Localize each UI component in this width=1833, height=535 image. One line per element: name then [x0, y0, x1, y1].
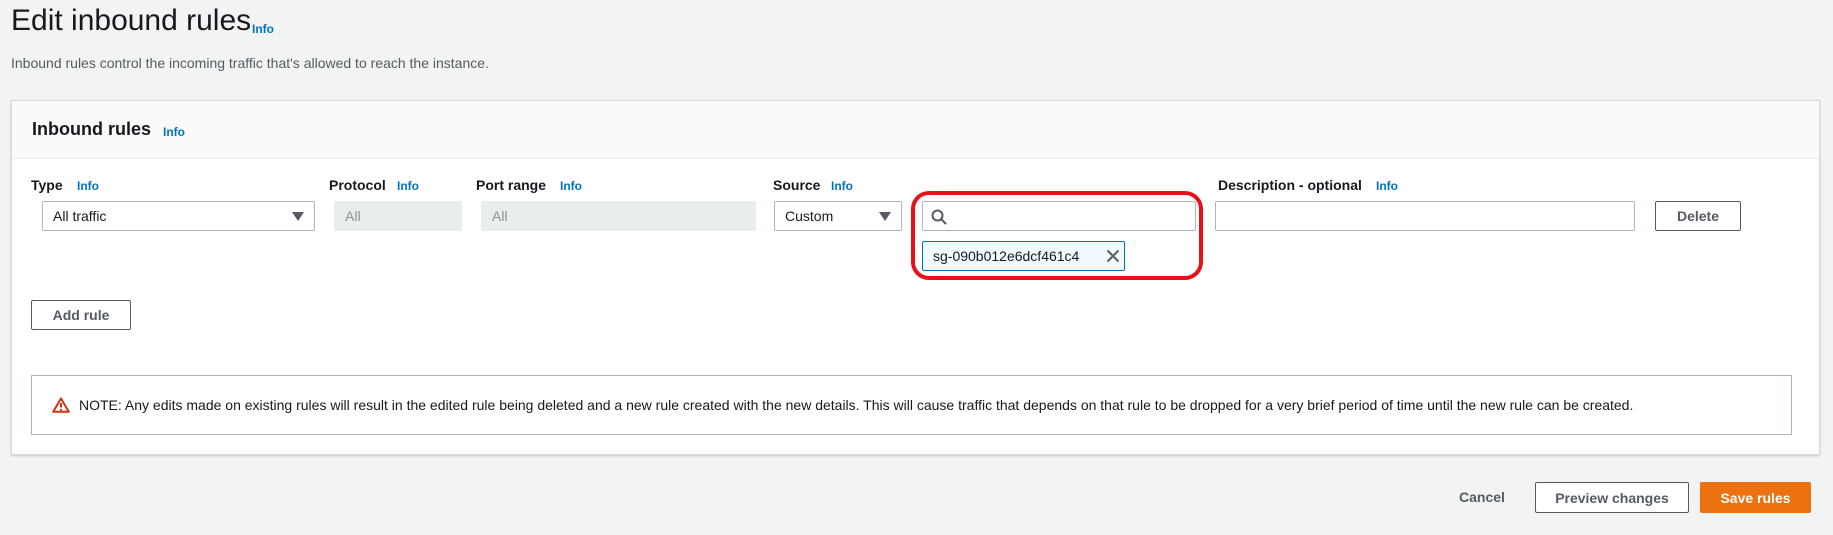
save-rules-button[interactable]: Save rules — [1700, 482, 1811, 513]
type-label: Type — [31, 177, 63, 193]
type-info-link[interactable]: Info — [77, 179, 99, 193]
add-rule-button[interactable]: Add rule — [31, 300, 131, 330]
type-select[interactable]: All traffic — [42, 201, 315, 231]
note-alert: NOTE: Any edits made on existing rules w… — [31, 375, 1792, 435]
source-info-link[interactable]: Info — [831, 179, 853, 193]
caret-down-icon — [292, 212, 304, 221]
protocol-value: All — [345, 208, 361, 224]
protocol-info-link[interactable]: Info — [397, 179, 419, 193]
panel-title: Inbound rules — [32, 119, 151, 139]
source-select[interactable]: Custom — [774, 201, 902, 231]
source-select-value: Custom — [785, 208, 834, 224]
caret-down-icon — [879, 212, 891, 221]
delete-rule-button[interactable]: Delete — [1655, 201, 1741, 231]
preview-changes-button[interactable]: Preview changes — [1535, 482, 1689, 513]
note-text: NOTE: Any edits made on existing rules w… — [79, 397, 1634, 413]
cancel-button[interactable]: Cancel — [1459, 489, 1505, 505]
panel-title-info-link[interactable]: Info — [163, 125, 185, 139]
panel-header — [12, 101, 1819, 159]
page-title: Edit inbound rules — [11, 4, 252, 37]
inbound-rules-panel: Inbound rules Info Type Info Protocol In… — [11, 100, 1820, 455]
description-label: Description - optional — [1218, 177, 1362, 193]
page-title-info-link[interactable]: Info — [252, 22, 274, 36]
warning-icon — [52, 397, 70, 413]
protocol-label: Protocol — [329, 177, 386, 193]
description-info-link[interactable]: Info — [1376, 179, 1398, 193]
port-range-field: All — [481, 201, 756, 231]
page-description: Inbound rules control the incoming traff… — [11, 55, 489, 71]
source-highlight-outline — [911, 191, 1203, 280]
protocol-field: All — [334, 201, 462, 231]
port-range-label: Port range — [476, 177, 547, 193]
port-range-info-link[interactable]: Info — [560, 179, 582, 193]
port-range-value: All — [492, 208, 508, 224]
description-input[interactable] — [1215, 201, 1635, 231]
source-label: Source — [773, 177, 821, 193]
type-select-value: All traffic — [53, 208, 107, 224]
